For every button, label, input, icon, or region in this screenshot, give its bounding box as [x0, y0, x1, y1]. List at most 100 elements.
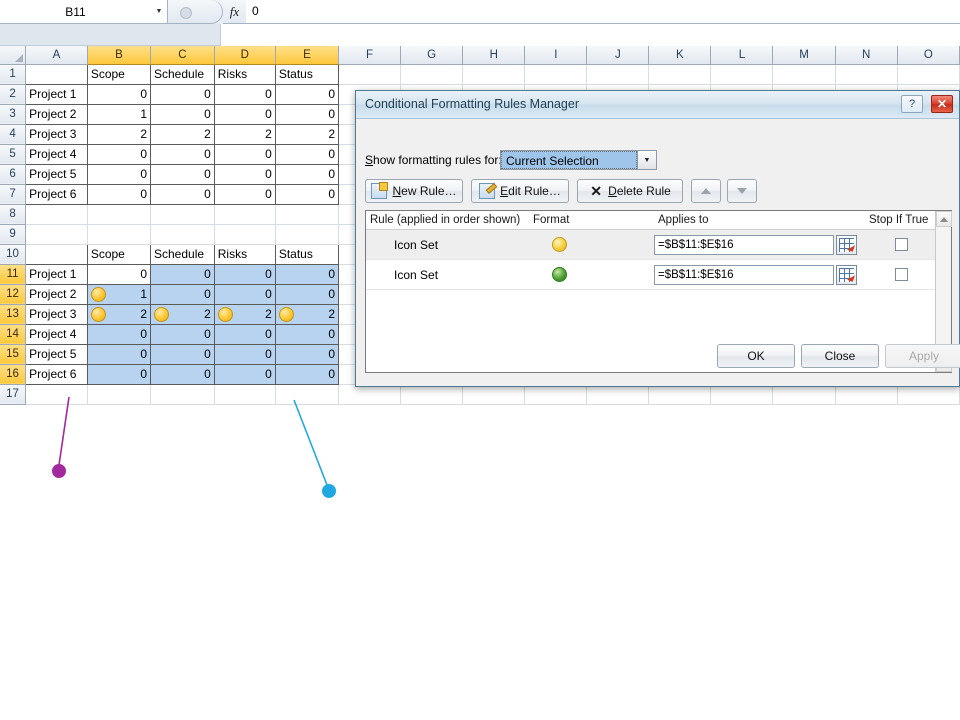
cell-B9[interactable]: [87, 224, 152, 245]
cell-C1[interactable]: Schedule: [150, 63, 215, 85]
cell-B2[interactable]: 0: [86, 83, 152, 105]
cell-C4[interactable]: 2: [150, 123, 215, 145]
cell-B10[interactable]: Scope: [86, 243, 152, 265]
row-header-15[interactable]: 15: [0, 344, 27, 365]
cell-E5[interactable]: 0: [274, 143, 340, 165]
cell-C13[interactable]: 2: [150, 303, 215, 325]
row-header-4[interactable]: 4: [0, 124, 27, 145]
table-row[interactable]: Icon Set =$B$11:$E$16: [366, 230, 951, 260]
cell-A10[interactable]: [25, 243, 88, 265]
row-header-8[interactable]: 8: [0, 204, 27, 225]
cell-B6[interactable]: 0: [86, 163, 152, 185]
chevron-down-icon[interactable]: ▼: [151, 1, 167, 23]
row-header-17[interactable]: 17: [0, 384, 27, 405]
applies-to-input[interactable]: =$B$11:$E$16: [654, 264, 834, 285]
cell-E3[interactable]: 0: [274, 103, 340, 125]
cell-D6[interactable]: 0: [213, 163, 276, 185]
cell-C2[interactable]: 0: [150, 83, 215, 105]
cell-E13[interactable]: 2: [274, 303, 340, 325]
cell-C10[interactable]: Schedule: [150, 243, 215, 265]
stop-if-true-checkbox[interactable]: [895, 238, 908, 251]
row-header-7[interactable]: 7: [0, 184, 27, 205]
column-header-n[interactable]: N: [835, 46, 898, 65]
stop-if-true-checkbox[interactable]: [895, 268, 908, 281]
cell-D12[interactable]: 0: [213, 283, 276, 305]
column-header-m[interactable]: M: [772, 46, 836, 65]
cell-E8[interactable]: [275, 204, 340, 225]
cell-E7[interactable]: 0: [274, 183, 340, 205]
cell-K1[interactable]: [648, 64, 712, 85]
cell-B12[interactable]: 1: [86, 283, 152, 305]
cell-D15[interactable]: 0: [213, 343, 276, 365]
column-header-c[interactable]: C: [150, 46, 215, 65]
cell-C3[interactable]: 0: [150, 103, 215, 125]
table-row[interactable]: Icon Set =$B$11:$E$16: [366, 260, 951, 290]
cell-A3[interactable]: Project 2: [25, 103, 88, 125]
cell-E2[interactable]: 0: [274, 83, 340, 105]
cell-C8[interactable]: [150, 204, 215, 225]
cell-B16[interactable]: 0: [86, 363, 152, 385]
cell-E15[interactable]: 0: [274, 343, 340, 365]
row-header-12[interactable]: 12: [0, 284, 27, 305]
name-box[interactable]: B11 ▼: [0, 0, 168, 24]
cell-B5[interactable]: 0: [86, 143, 152, 165]
cell-D14[interactable]: 0: [213, 323, 276, 345]
cell-B11[interactable]: 0: [86, 263, 152, 285]
row-header-16[interactable]: 16: [0, 364, 27, 385]
cell-N1[interactable]: [835, 64, 898, 85]
cell-D5[interactable]: 0: [213, 143, 276, 165]
cell-A16[interactable]: Project 6: [25, 363, 88, 385]
cell-A1[interactable]: [25, 63, 88, 85]
cell-C12[interactable]: 0: [150, 283, 215, 305]
new-rule-button[interactable]: New Rule…: [365, 179, 463, 203]
row-header-14[interactable]: 14: [0, 324, 27, 345]
cell-B8[interactable]: [87, 204, 152, 225]
cell-E14[interactable]: 0: [274, 323, 340, 345]
cell-D10[interactable]: Risks: [213, 243, 276, 265]
row-header-3[interactable]: 3: [0, 104, 27, 125]
cell-A11[interactable]: Project 1: [25, 263, 88, 285]
dialog-title-bar[interactable]: Conditional Formatting Rules Manager ? ✕: [356, 91, 959, 119]
cell-A15[interactable]: Project 5: [25, 343, 88, 365]
move-rule-down-button[interactable]: [727, 179, 757, 203]
cell-A7[interactable]: Project 6: [25, 183, 88, 205]
cell-E17[interactable]: [275, 384, 340, 405]
cell-M1[interactable]: [772, 64, 836, 85]
column-header-d[interactable]: D: [214, 46, 276, 65]
cell-A13[interactable]: Project 3: [25, 303, 88, 325]
row-header-6[interactable]: 6: [0, 164, 27, 185]
cell-B3[interactable]: 1: [86, 103, 152, 125]
column-header-g[interactable]: G: [400, 46, 464, 65]
cell-D3[interactable]: 0: [213, 103, 276, 125]
column-header-k[interactable]: K: [648, 46, 712, 65]
cell-B1[interactable]: Scope: [86, 63, 152, 85]
cell-D8[interactable]: [214, 204, 276, 225]
cell-A5[interactable]: Project 4: [25, 143, 88, 165]
cell-C6[interactable]: 0: [150, 163, 215, 185]
cell-E1[interactable]: Status: [274, 63, 340, 85]
insert-function-icon[interactable]: fx: [223, 0, 246, 24]
select-all-corner[interactable]: [0, 46, 27, 65]
cell-C9[interactable]: [150, 224, 215, 245]
cell-D11[interactable]: 0: [213, 263, 276, 285]
scroll-up-icon[interactable]: [936, 211, 952, 227]
show-rules-for-dropdown[interactable]: Current Selection ▼: [500, 150, 657, 170]
cell-A17[interactable]: [25, 384, 88, 405]
cell-C16[interactable]: 0: [150, 363, 215, 385]
cell-F1[interactable]: [338, 64, 402, 85]
column-header-f[interactable]: F: [338, 46, 402, 65]
cell-G1[interactable]: [400, 64, 464, 85]
cell-B15[interactable]: 0: [86, 343, 152, 365]
cell-E9[interactable]: [275, 224, 340, 245]
cell-C11[interactable]: 0: [150, 263, 215, 285]
move-rule-up-button[interactable]: [691, 179, 721, 203]
cell-B7[interactable]: 0: [86, 183, 152, 205]
row-header-10[interactable]: 10: [0, 244, 27, 265]
column-header-h[interactable]: H: [462, 46, 526, 65]
cell-L1[interactable]: [710, 64, 774, 85]
column-header-l[interactable]: L: [710, 46, 774, 65]
cell-O1[interactable]: [897, 64, 960, 85]
cell-E4[interactable]: 2: [274, 123, 340, 145]
formula-input[interactable]: 0: [246, 0, 960, 24]
range-select-icon[interactable]: [836, 234, 857, 255]
